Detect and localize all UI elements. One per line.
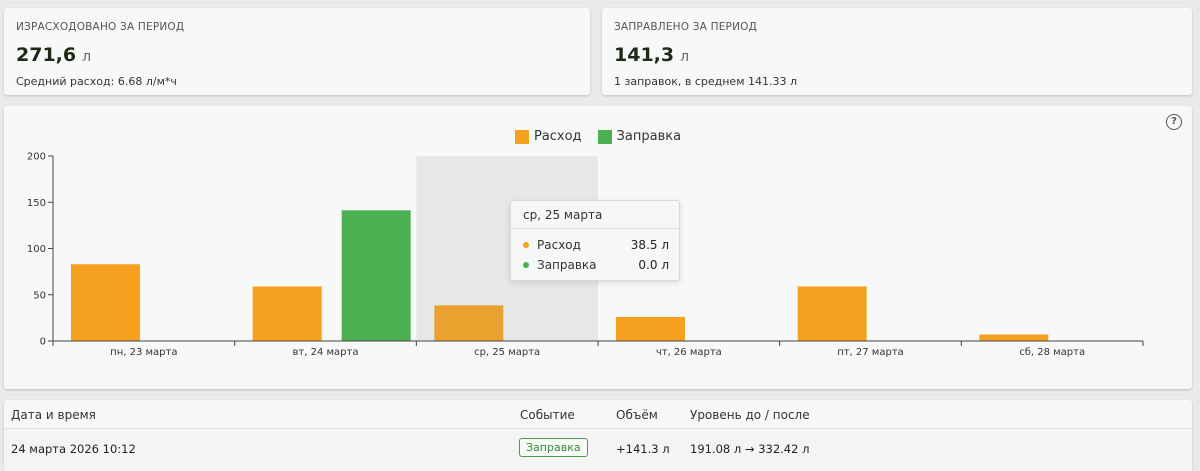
legend-item-consumption[interactable]: Расход <box>514 129 582 144</box>
consumed-average: Средний расход: 6.68 л/м*ч <box>16 75 177 88</box>
consumed-unit: л <box>82 49 92 65</box>
tooltip-row-consumption: Расход 38.5 л <box>523 238 669 252</box>
legend-swatch-refuel <box>597 129 612 144</box>
cell-datetime: 24 марта 2026 10:12 <box>11 442 136 456</box>
tooltip-value-refuel: 0.0 л <box>638 258 669 272</box>
consumed-number: 271,6 <box>16 44 77 66</box>
tooltip-row-refuel: Заправка 0.0 л <box>523 258 669 272</box>
events-table <box>4 400 1192 471</box>
tooltip-dot-consumption <box>523 242 529 248</box>
tooltip-label-consumption: Расход <box>537 238 581 252</box>
header-event[interactable]: Событие <box>520 408 575 422</box>
consumed-label: ИЗРАСХОДОВАНО ЗА ПЕРИОД <box>16 21 185 33</box>
tooltip-label-refuel: Заправка <box>537 258 597 272</box>
tooltip-title: ср, 25 марта <box>511 201 679 229</box>
chart-tooltip: ср, 25 марта Расход 38.5 л Заправка 0.0 … <box>510 200 680 281</box>
legend-swatch-consumption <box>514 129 529 144</box>
refueled-unit: л <box>680 49 690 65</box>
legend-label-consumption: Расход <box>533 129 582 144</box>
header-datetime[interactable]: Дата и время <box>11 408 96 422</box>
refueled-card: ЗАПРАВЛЕНО ЗА ПЕРИОД 141,3 л 1 заправок, … <box>602 8 1192 95</box>
cell-level: 191.08 л → 332.42 л <box>690 442 810 456</box>
event-badge: Заправка <box>519 438 588 457</box>
header-level[interactable]: Уровень до / после <box>690 408 810 422</box>
tooltip-value-consumption: 38.5 л <box>630 238 669 252</box>
consumed-value: 271,6 л <box>16 44 91 66</box>
chart-legend: Расход Заправка <box>4 129 1192 144</box>
legend-label-refuel: Заправка <box>616 129 682 144</box>
refueled-value: 141,3 л <box>614 44 689 66</box>
legend-item-refuel[interactable]: Заправка <box>597 129 682 144</box>
refueled-label: ЗАПРАВЛЕНО ЗА ПЕРИОД <box>614 21 757 33</box>
table-row[interactable] <box>4 428 1192 471</box>
refueled-summary: 1 заправок, в среднем 141.33 л <box>614 75 798 88</box>
help-circle-icon[interactable]: ? <box>1166 114 1182 130</box>
consumed-card: ИЗРАСХОДОВАНО ЗА ПЕРИОД 271,6 л Средний р… <box>4 8 590 95</box>
header-volume[interactable]: Объём <box>616 408 658 422</box>
cell-volume: +141.3 л <box>616 442 670 456</box>
tooltip-dot-refuel <box>523 262 529 268</box>
refueled-number: 141,3 <box>614 44 675 66</box>
